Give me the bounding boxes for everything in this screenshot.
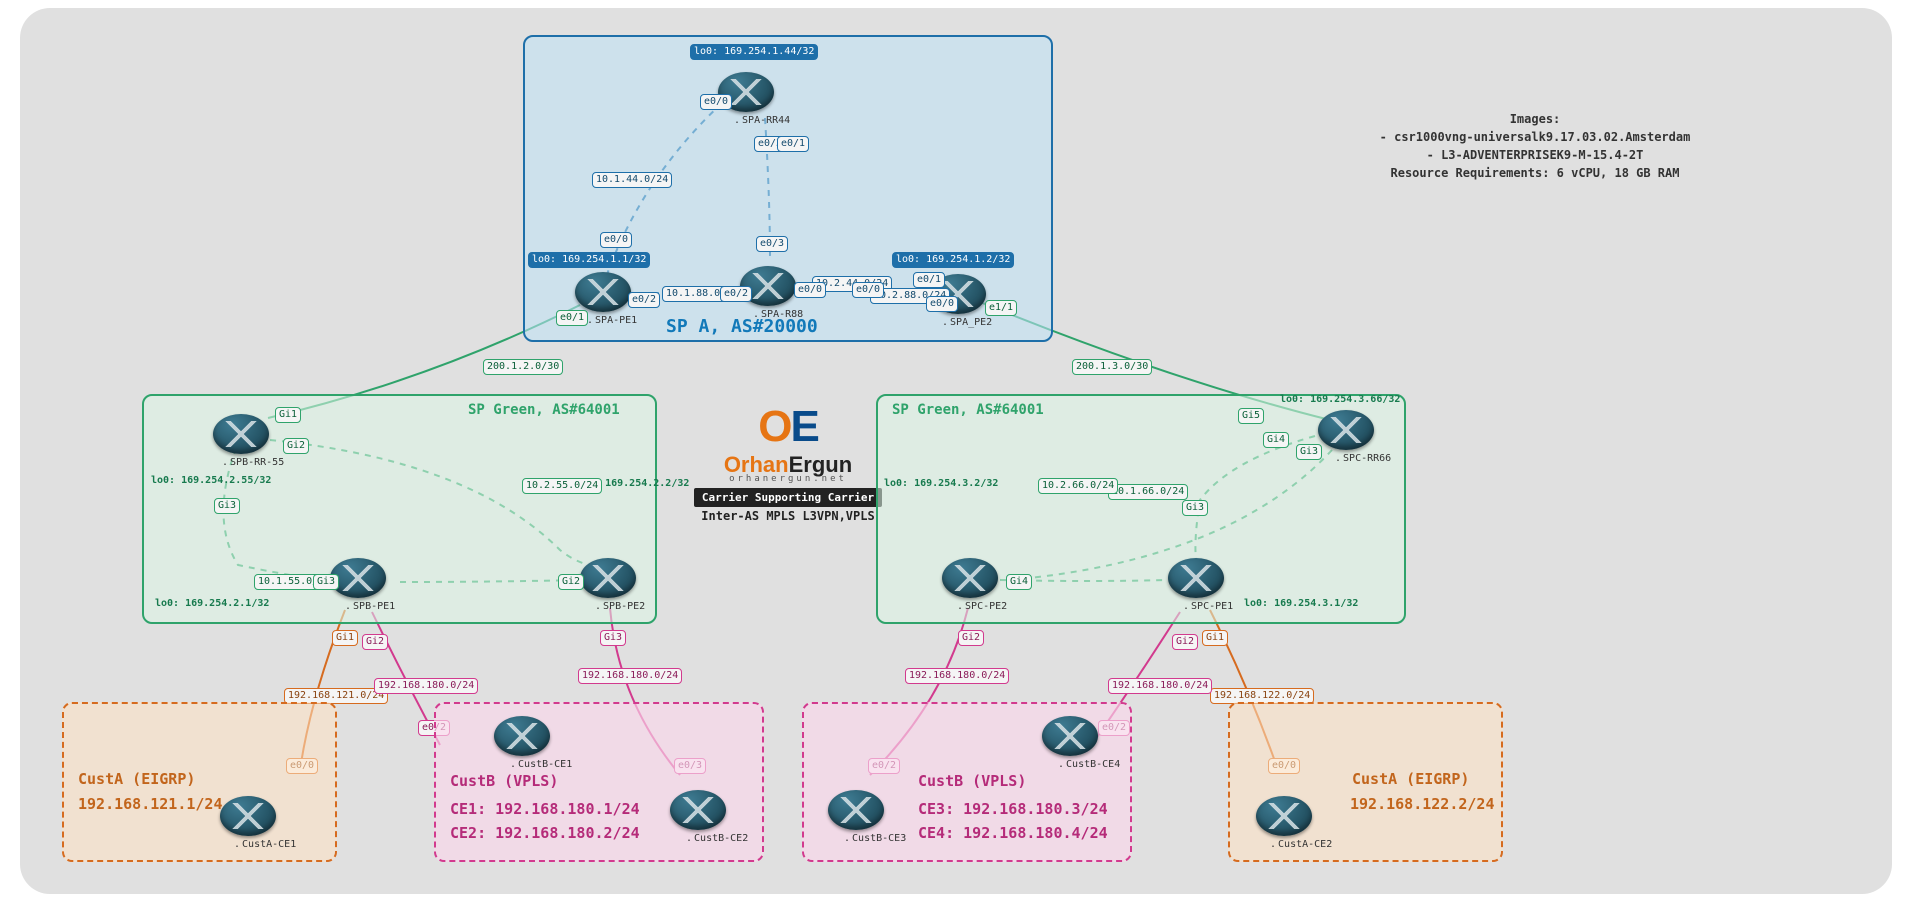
if-e00: e0/0: [700, 94, 732, 110]
if-gi3: Gi3: [313, 574, 339, 590]
label-custA-ce1: CustA-CE1: [234, 839, 296, 850]
lo-spb-pe1: lo0: 169.254.2.1/32: [155, 598, 269, 609]
label-spa-pe1: SPA-PE1: [587, 315, 637, 326]
custB-L-l1: CE1: 192.168.180.1/24: [450, 800, 640, 818]
if-e02: e0/2: [628, 292, 660, 308]
if-e01: e0/1: [777, 136, 809, 152]
if-gi3: Gi3: [600, 630, 626, 646]
if-gi1: Gi1: [1202, 630, 1228, 646]
spc-net1: 10.1.66.0/24: [1108, 484, 1188, 500]
images-line3: Resource Requirements: 6 vCPU, 18 GB RAM: [1355, 164, 1715, 182]
router-custB-ce1[interactable]: [494, 716, 550, 756]
if-e00: e0/0: [600, 232, 632, 248]
custB-R-title: CustB (VPLS): [918, 772, 1026, 790]
router-spb-pe2[interactable]: [580, 558, 636, 598]
lo-spc-pe2: lo0: 169.254.3.2/32: [884, 478, 998, 489]
link-custB-b: 192.168.180.0/24: [578, 668, 682, 684]
interas-right: 200.1.3.0/30: [1072, 359, 1152, 375]
label-custB-ce3: CustB-CE3: [844, 833, 906, 844]
custB-R-l2: CE4: 192.168.180.4/24: [918, 824, 1108, 842]
if-e00: e0/0: [794, 282, 826, 298]
if-e01: e0/1: [556, 310, 588, 326]
diagram-canvas: Images: - csr1000vng-universalk9.17.03.0…: [0, 0, 1910, 914]
spb-net2: 10.2.55.0/24: [522, 478, 602, 494]
interas-left: 200.1.2.0/30: [483, 359, 563, 375]
if-gi3: Gi3: [1296, 444, 1322, 460]
lo-spa-pe2: lo0: 169.254.1.2/32: [892, 252, 1014, 268]
if-e01: e0/1: [913, 272, 945, 288]
label-spc-pe2: SPC-PE2: [957, 601, 1007, 612]
custA-R-title: CustA (EIGRP): [1352, 770, 1469, 788]
if-e03: e0/3: [756, 236, 788, 252]
logo-site: orhanergun.net: [668, 474, 908, 484]
label-spa-rr44: SPA-RR44: [734, 115, 790, 126]
if-gi2: Gi2: [958, 630, 984, 646]
label-spb-pe2: SPB-PE2: [595, 601, 645, 612]
if-gi4: Gi4: [1263, 432, 1289, 448]
images-heading: Images:: [1355, 110, 1715, 128]
custA-L-title: CustA (EIGRP): [78, 770, 195, 788]
lo-spa-rr44: lo0: 169.254.1.44/32: [690, 44, 818, 60]
if-gi5: Gi5: [1238, 408, 1264, 424]
logo-sub2: Inter-AS MPLS L3VPN,VPLS: [668, 509, 908, 523]
label-spa-pe2: SPA_PE2: [942, 317, 992, 328]
custB-L-title: CustB (VPLS): [450, 772, 558, 790]
label-custB-ce1: CustB-CE1: [510, 759, 572, 770]
if-e00: e0/0: [852, 282, 884, 298]
router-spc-pe1[interactable]: [1168, 558, 1224, 598]
router-custB-ce4[interactable]: [1042, 716, 1098, 756]
label-custA-ce2: CustA-CE2: [1270, 839, 1332, 850]
logo-bar: Carrier Supporting Carrier: [694, 488, 882, 507]
label-spa-r88: SPA-R88: [753, 309, 803, 320]
if-gi2: Gi2: [283, 438, 309, 454]
if-gi3: Gi3: [1182, 500, 1208, 516]
label-custB-ce4: CustB-CE4: [1058, 759, 1120, 770]
custB-R-l1: CE3: 192.168.180.3/24: [918, 800, 1108, 818]
label-spc-pe1: SPC-PE1: [1183, 601, 1233, 612]
images-line1: - csr1000vng-universalk9.17.03.02.Amster…: [1355, 128, 1715, 146]
if-gi1: Gi1: [275, 407, 301, 423]
spc-net2: 10.2.66.0/24: [1038, 478, 1118, 494]
custB-L-l2: CE2: 192.168.180.2/24: [450, 824, 640, 842]
if-e02: e0/2: [720, 286, 752, 302]
router-spc-rr66[interactable]: [1318, 410, 1374, 450]
router-spc-pe2[interactable]: [942, 558, 998, 598]
label-spc-rr66: SPC-RR66: [1335, 453, 1391, 464]
lo-spa-pe1: lo0: 169.254.1.1/32: [528, 252, 650, 268]
label-spb-pe1: SPB-PE1: [345, 601, 395, 612]
if-gi3: Gi3: [214, 498, 240, 514]
logo-icon: OE: [668, 402, 908, 452]
lo-spc-rr66: lo0: 169.254.3.66/32: [1280, 394, 1400, 405]
link-custB-a: 192.168.180.0/24: [374, 678, 478, 694]
router-custB-ce2[interactable]: [670, 790, 726, 830]
images-line2: - L3-ADVENTERPRISEK9-M-15.4-2T: [1355, 146, 1715, 164]
if-gi2: Gi2: [1172, 634, 1198, 650]
if-gi1: Gi1: [332, 630, 358, 646]
label-spb-rr55: SPB-RR-55: [222, 457, 284, 468]
if-e11: e1/1: [985, 300, 1017, 316]
spb-right-title: SP Green, AS#64001: [892, 402, 1044, 418]
custA-R-net: 192.168.122.2/24: [1350, 795, 1495, 813]
link-custB-d: 192.168.180.0/24: [1108, 678, 1212, 694]
router-spb-rr55[interactable]: [213, 414, 269, 454]
lo-spc-pe1: lo0: 169.254.3.1/32: [1244, 598, 1358, 609]
spb-left-title: SP Green, AS#64001: [468, 402, 620, 418]
link-custB-c: 192.168.180.0/24: [905, 668, 1009, 684]
lo-spb-rr55: lo0: 169.254.2.55/32: [151, 475, 271, 486]
if-gi2: Gi2: [362, 634, 388, 650]
router-custA-ce1[interactable]: [220, 796, 276, 836]
images-info: Images: - csr1000vng-universalk9.17.03.0…: [1355, 110, 1715, 182]
router-spa-pe1[interactable]: [575, 272, 631, 312]
label-custB-ce2: CustB-CE2: [686, 833, 748, 844]
logo-block: OE OrhanErgun orhanergun.net Carrier Sup…: [668, 402, 908, 523]
if-gi2: Gi2: [558, 574, 584, 590]
custA-L-net: 192.168.121.1/24: [78, 795, 223, 813]
router-custA-ce2[interactable]: [1256, 796, 1312, 836]
router-custB-ce3[interactable]: [828, 790, 884, 830]
if-gi4: Gi4: [1006, 574, 1032, 590]
spa-net1: 10.1.44.0/24: [592, 172, 672, 188]
if-e00: e0/0: [926, 296, 958, 312]
